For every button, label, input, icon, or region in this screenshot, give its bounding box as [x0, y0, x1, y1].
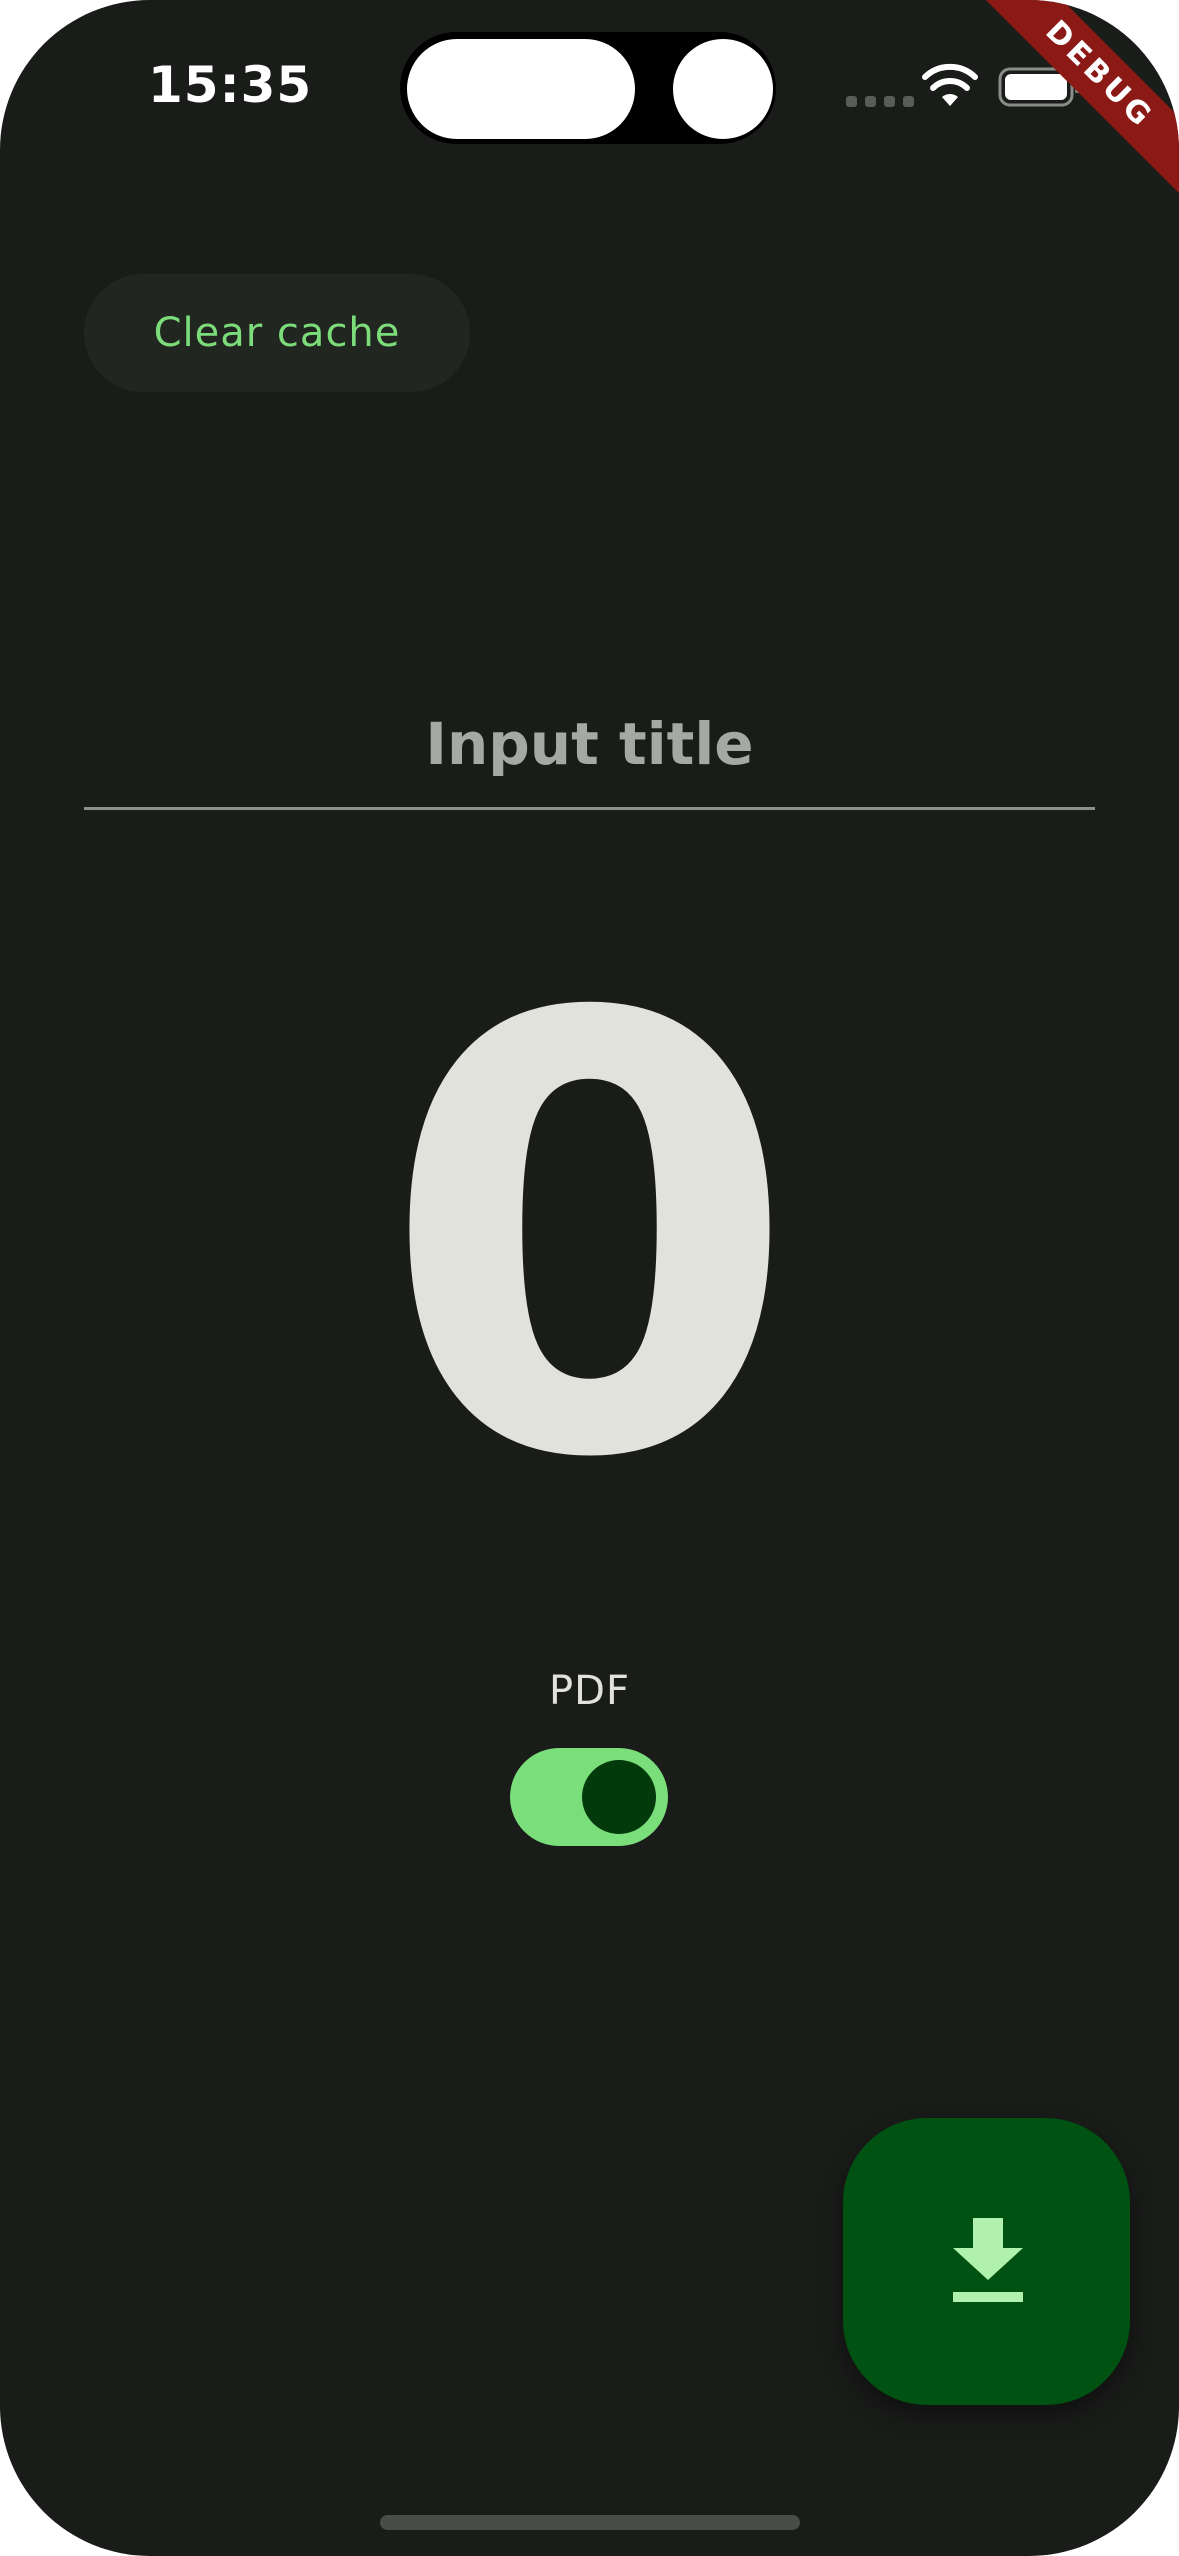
dynamic-island-camera	[670, 36, 776, 142]
wifi-icon	[922, 63, 978, 106]
counter-value: 0	[380, 890, 799, 1589]
clear-cache-button[interactable]: Clear cache	[84, 274, 470, 392]
app-screen: 15:35 DEBUG Clear cache 0 PDF	[0, 0, 1179, 2556]
debug-banner: DEBUG	[979, 0, 1179, 200]
cellular-signal-icon	[846, 96, 914, 107]
dynamic-island-pill	[404, 36, 638, 142]
pdf-toggle-label: PDF	[549, 1668, 630, 1714]
download-icon	[953, 2218, 1023, 2302]
pdf-toggle-switch[interactable]	[510, 1748, 668, 1846]
home-indicator[interactable]	[380, 2515, 800, 2530]
debug-banner-label: DEBUG	[979, 0, 1179, 200]
pdf-toggle-thumb	[582, 1760, 656, 1834]
title-input[interactable]	[84, 680, 1095, 810]
download-button[interactable]	[843, 2118, 1130, 2405]
status-time: 15:35	[148, 56, 313, 114]
